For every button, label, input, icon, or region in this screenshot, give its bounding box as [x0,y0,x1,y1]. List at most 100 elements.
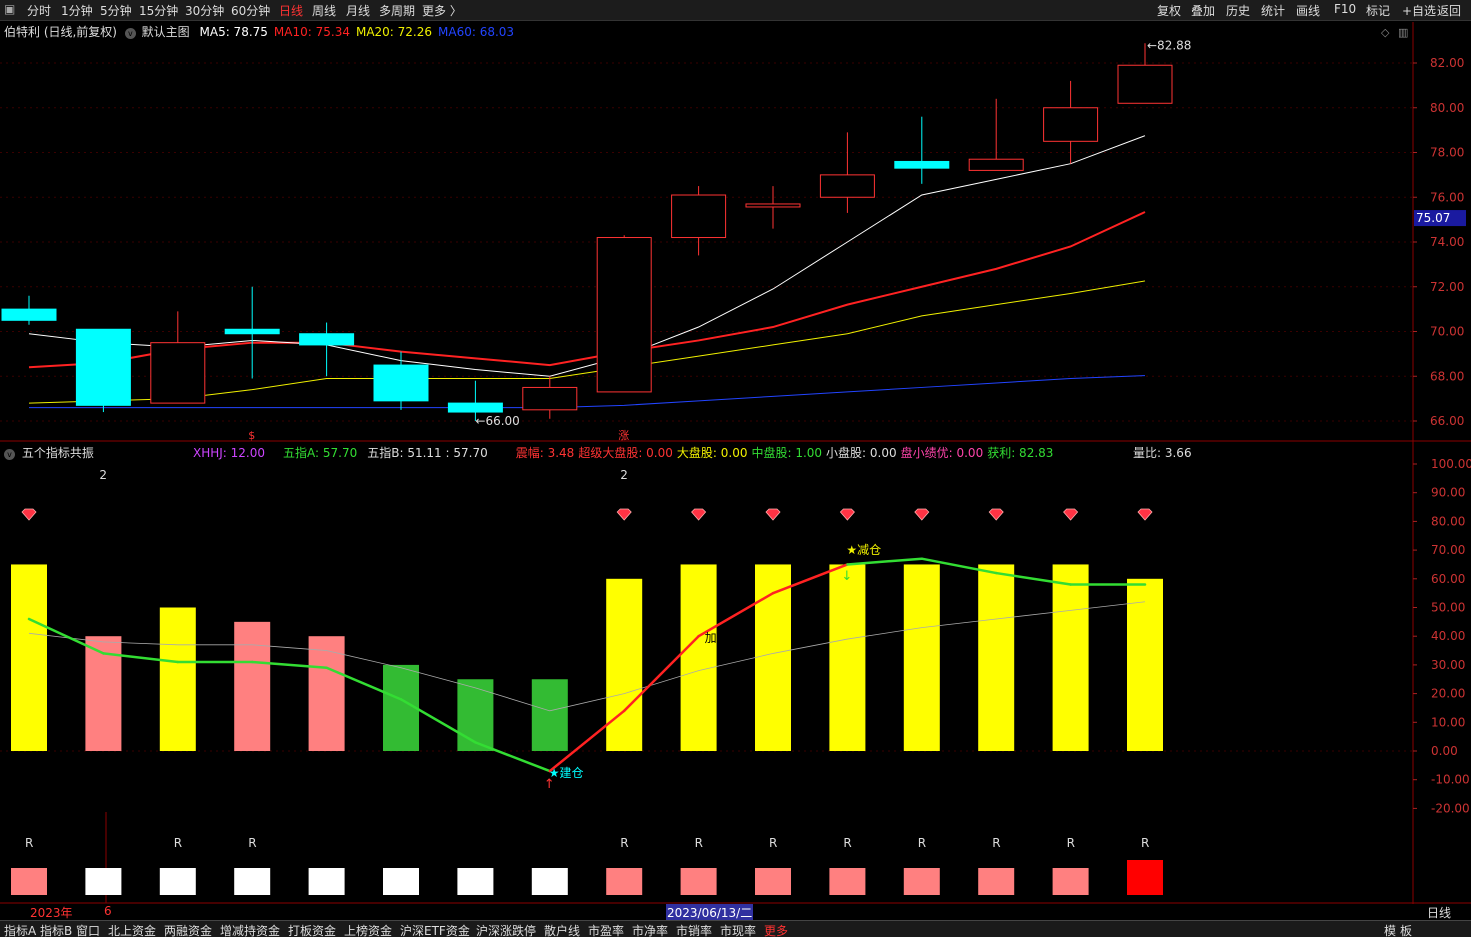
indicator-tick-label: 80.00 [1431,514,1465,528]
indicator-top-number: 2 [99,468,107,482]
candle-body[interactable] [819,174,875,198]
indicator-tick-label: 60.00 [1431,572,1465,586]
bottom-tab[interactable]: 窗口 [76,922,100,937]
candle-body[interactable] [671,194,727,239]
status-box [606,868,643,895]
indicator-bar[interactable] [978,564,1015,751]
bottom-tab[interactable]: 市现率 [720,922,756,937]
indicator-bar[interactable] [606,578,643,751]
price-tick-label: 72.00 [1430,280,1464,294]
indicator-bar[interactable] [1127,578,1163,751]
bottom-tab[interactable]: 上榜资金 [344,922,392,937]
period-label: 日线 [1427,906,1452,920]
bottom-tab[interactable]: 指标A [4,922,36,937]
indicator-bar[interactable] [680,564,717,751]
indicator-bar[interactable] [903,564,940,751]
candle-body[interactable] [522,386,578,411]
layout-tab[interactable]: 板 [1400,922,1412,937]
price-tick-label: 74.00 [1430,235,1464,249]
r-label: R [843,836,851,850]
bottom-tab[interactable]: 市销率 [676,922,712,937]
price-tick-label: 80.00 [1430,101,1464,115]
bottom-tab[interactable]: 增减持资金 [220,922,280,937]
indicator-bar[interactable] [11,564,47,751]
status-box [11,868,47,895]
price-tick-label: 82.00 [1430,56,1464,70]
status-box [159,868,196,895]
status-box [903,868,940,895]
status-box [1052,868,1089,895]
low-price-label: ←66.00 [475,414,519,428]
indicator-bar[interactable] [159,607,196,752]
indicator-bar[interactable] [829,564,866,751]
candle-body[interactable] [968,158,1024,171]
bottom-tab[interactable]: 两融资金 [164,922,212,937]
status-box [85,868,122,895]
diamond-outline-icon[interactable]: ◇ [1381,26,1390,39]
time-axis: 2023年 6 2023/06/13/二 日线 [0,904,1471,921]
reduce-position-signal: ★减仓 [846,543,881,557]
chart-canvas[interactable]: 82.00 80.00 78.00 76.00 74.00 72.00 70.00 68.00… [0,0,1471,937]
diamond-icon [691,508,707,521]
indicator-tick-label: -20.00 [1431,801,1470,815]
bottom-tab[interactable]: 打板资金 [288,922,336,937]
candle-body[interactable] [75,328,131,406]
candle-body[interactable] [224,328,280,335]
status-box [531,868,568,895]
arrow-up-icon: ↑ [544,777,555,792]
signal-marker: $ [248,429,255,442]
r-label: R [620,836,628,850]
bottom-tab[interactable]: 指标B [40,922,72,937]
indicator-top-number: 2 [620,468,628,482]
bottom-tab[interactable]: 市盈率 [588,922,624,937]
price-tick-label: 78.00 [1430,146,1464,160]
current-price-text: 75.07 [1416,211,1450,225]
r-label: R [25,836,33,850]
bottom-tab[interactable]: 沪深ETF资金 [400,922,470,937]
r-label: R [992,836,1000,850]
candle-body[interactable] [745,203,801,208]
indicator-bar[interactable] [531,679,568,751]
cursor-date: 2023/06/13/二 [666,904,754,921]
status-box [978,868,1015,895]
indicator-bar[interactable] [1052,564,1089,751]
r-label: R [174,836,182,850]
bottom-tab[interactable]: 北上资金 [108,922,156,937]
layout-tab[interactable]: 模 [1384,922,1396,937]
candle-body[interactable] [1117,64,1173,104]
candle-body[interactable] [150,342,206,404]
candle-body[interactable] [1043,107,1099,142]
candle-body[interactable] [1,308,57,321]
indicator-tick-label: 30.00 [1431,658,1465,672]
price-tick-label: 76.00 [1430,190,1464,204]
candle-body[interactable] [447,402,503,413]
candle-body[interactable] [299,333,355,346]
price-tick-label: 68.00 [1430,369,1464,383]
bottom-tab[interactable]: 更多 [764,922,788,937]
status-box [829,868,866,895]
status-box [1127,860,1163,895]
diamond-icon [616,508,632,521]
bottom-tab[interactable]: 散户线 [544,922,580,937]
r-label: R [769,836,777,850]
indicator-bar[interactable] [234,621,271,751]
candle-body[interactable] [373,364,429,402]
indicator-tick-label: -10.00 [1431,773,1470,787]
indicator-tick-label: 50.00 [1431,601,1465,615]
candle-body[interactable] [894,160,950,169]
settings-icon[interactable]: ▥ [1398,26,1408,39]
status-box [755,868,791,895]
indicator-bar[interactable] [457,679,494,751]
r-label: R [918,836,926,850]
arrow-down-icon: ↓ [841,569,852,584]
indicator-tick-label: 10.00 [1431,715,1465,729]
bottom-tab[interactable]: 市净率 [632,922,668,937]
indicator-tick-label: 100.00 [1431,457,1471,471]
diamond-icon [765,508,781,521]
ma5-line [28,135,1146,377]
status-box [234,868,271,895]
status-box [457,868,494,895]
bottom-tab[interactable]: 沪深涨跌停 [476,922,536,937]
candle-body[interactable] [596,237,652,393]
diamond-icon [1137,508,1153,521]
